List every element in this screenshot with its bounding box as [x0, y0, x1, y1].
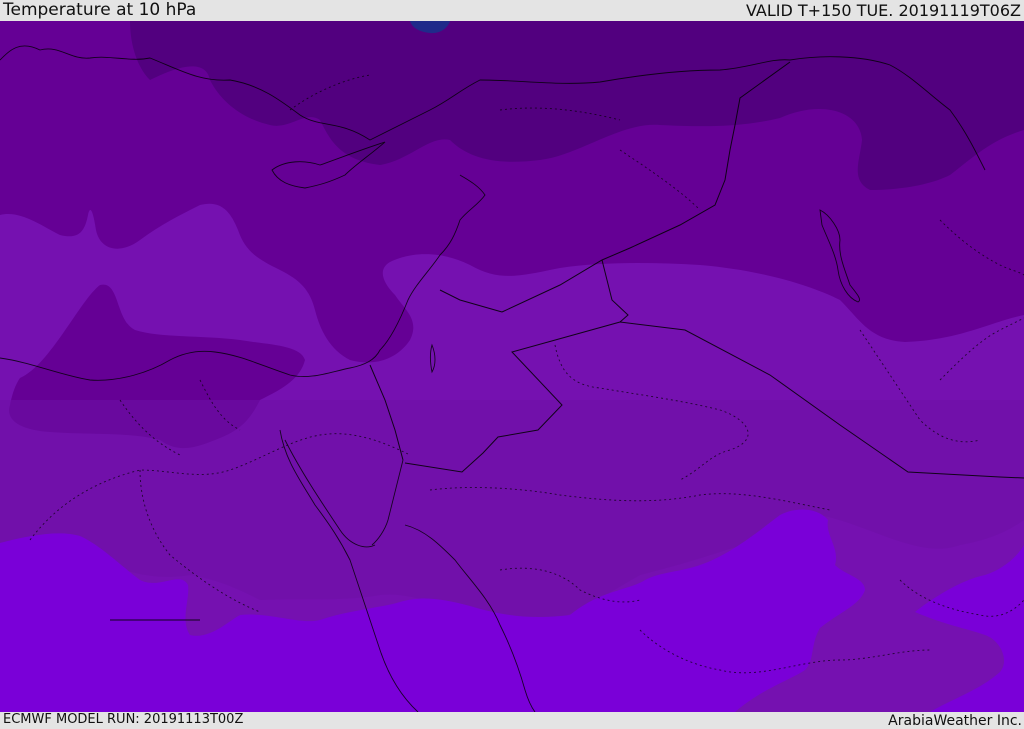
valid-time: VALID T+150 TUE. 20191119T06Z [745, 1, 1021, 20]
footer-bar: ECMWF MODEL RUN: 20191113T00Z ArabiaWeat… [0, 712, 1024, 729]
map-svg [0, 21, 1024, 712]
header-bar: Temperature at 10 hPa VALID T+150 TUE. 2… [0, 0, 1024, 21]
credit-text: ArabiaWeather Inc. [888, 713, 1022, 729]
model-run: ECMWF MODEL RUN: 20191113T00Z [3, 712, 244, 727]
temperature-map [0, 21, 1024, 712]
map-title: Temperature at 10 hPa [3, 0, 197, 20]
